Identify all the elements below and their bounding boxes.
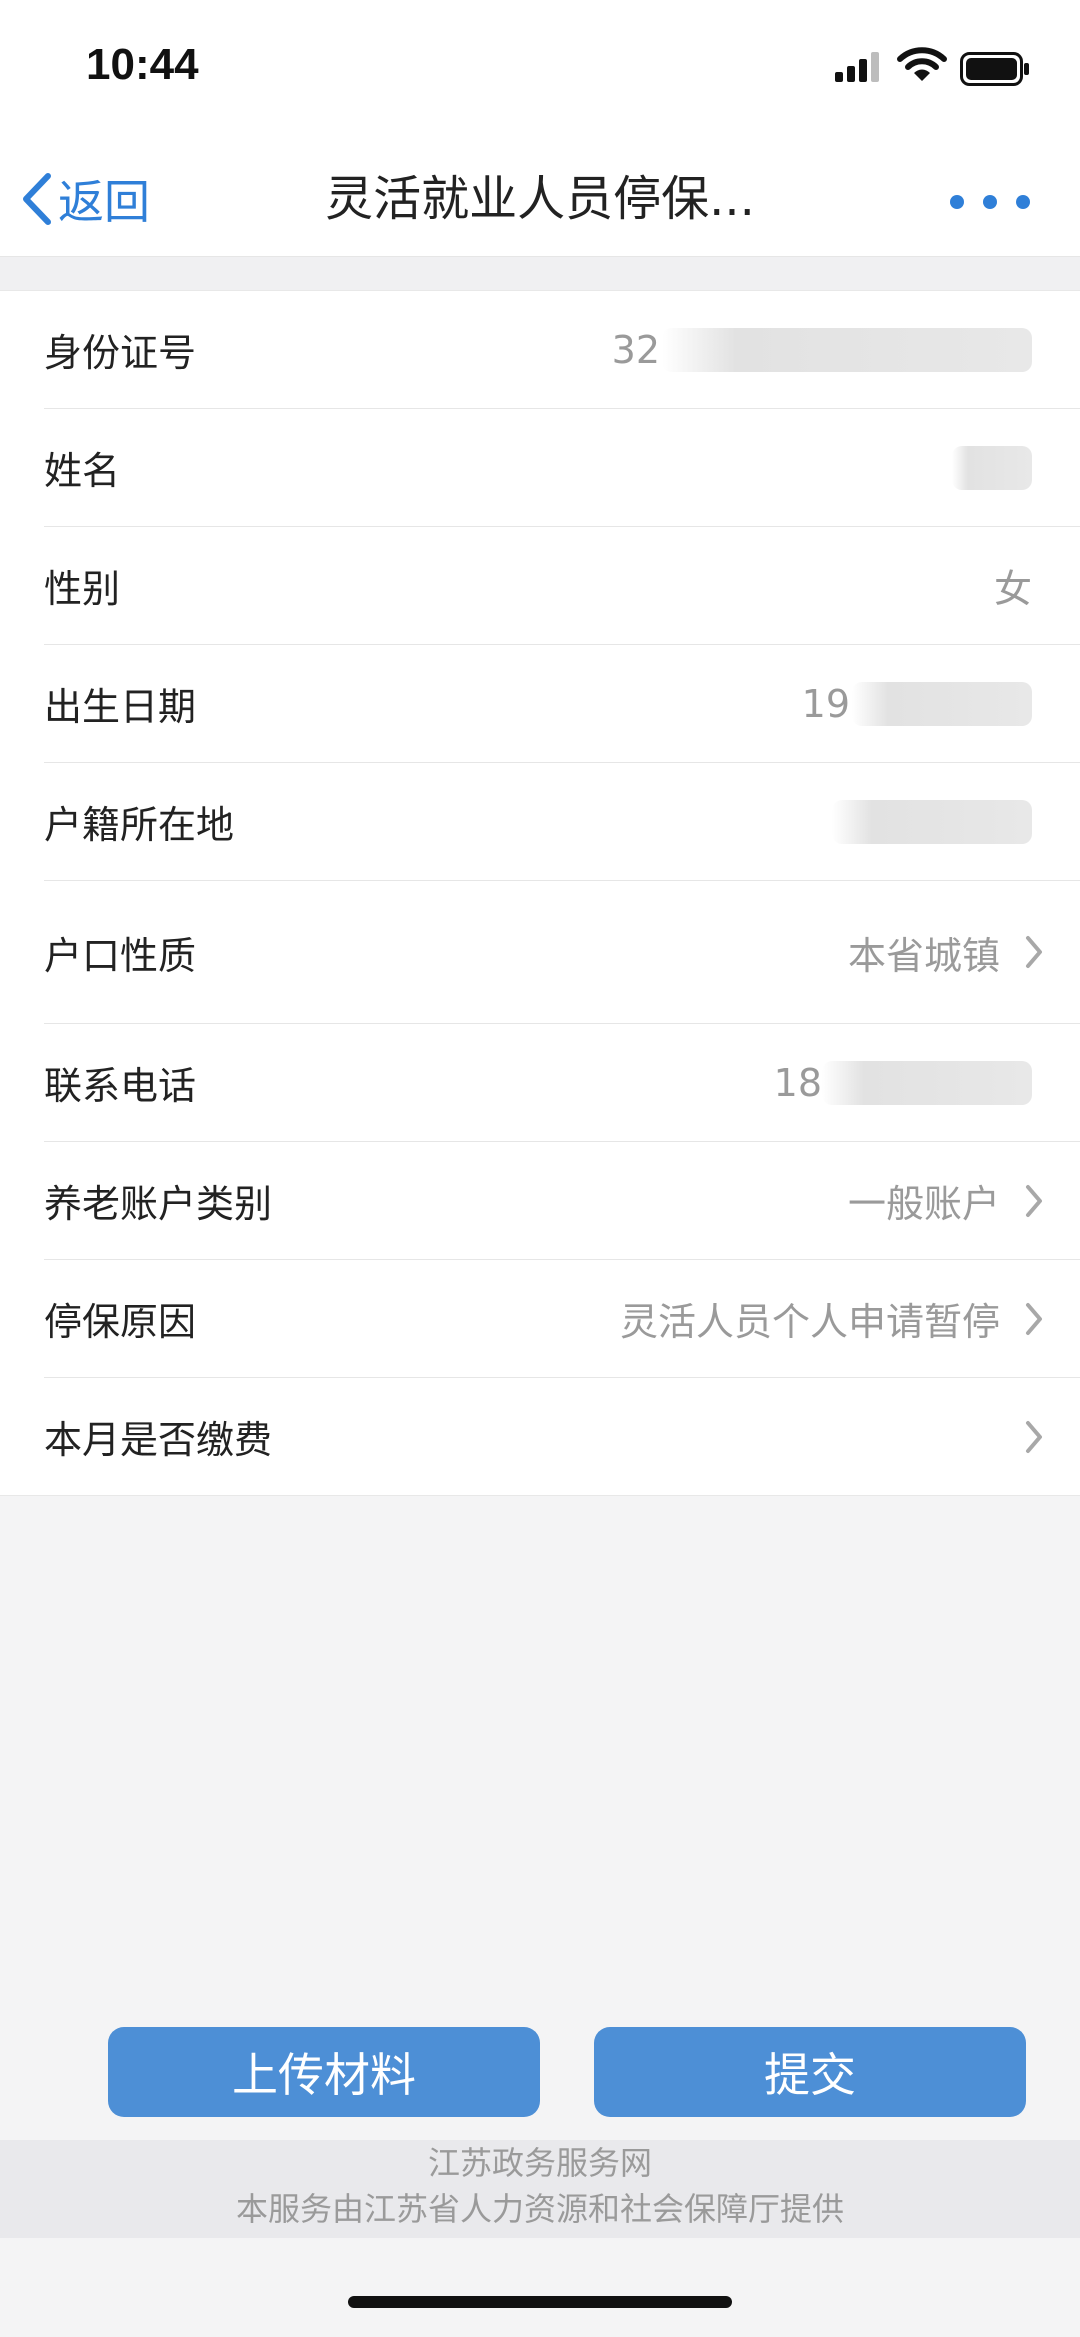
form-row-birthdate: 出生日期 19 (44, 645, 1080, 763)
row-label: 养老账户类别 (44, 1182, 273, 1226)
more-dot-icon (983, 195, 997, 209)
form-row-id-number: 身份证号 32 (44, 291, 1080, 409)
row-label: 停保原因 (44, 1300, 197, 1344)
chevron-right-icon (1026, 1184, 1042, 1217)
more-dot-icon (1016, 195, 1030, 209)
back-button[interactable]: 返回 (20, 164, 150, 234)
row-label: 户口性质 (44, 933, 197, 978)
chevron-right-icon (1026, 1302, 1042, 1335)
signal-icon (835, 52, 879, 82)
redacted-mask (822, 1060, 1032, 1105)
redacted-mask (832, 799, 1032, 844)
more-dot-icon (950, 195, 964, 209)
chevron-left-icon (23, 173, 51, 225)
footer: 江苏政务服务网 本服务由江苏省人力资源和社会保障厅提供 (0, 2140, 1080, 2238)
row-label: 姓名 (44, 449, 121, 493)
row-label: 性别 (44, 567, 121, 611)
phone-value: 18 (773, 1060, 822, 1105)
hukou-type-value: 本省城镇 (847, 933, 1000, 978)
more-button[interactable] (950, 182, 1030, 222)
form-row-hukou-type[interactable]: 户口性质 本省城镇 (44, 881, 1080, 1024)
row-label: 本月是否缴费 (44, 1418, 273, 1462)
footer-provider-text: 本服务由江苏省人力资源和社会保障厅提供 (235, 2190, 844, 2228)
row-label: 身份证号 (44, 331, 197, 375)
home-indicator (348, 2296, 732, 2308)
status-bar: 10:44 (0, 0, 1080, 150)
form-row-pension-account[interactable]: 养老账户类别 一般账户 (44, 1142, 1080, 1260)
form-row-stop-reason[interactable]: 停保原因 灵活人员个人申请暂停 (44, 1260, 1080, 1378)
pension-account-value: 一般账户 (847, 1182, 1000, 1226)
wifi-icon (897, 47, 947, 81)
section-gap (0, 257, 1080, 290)
info-form: 身份证号 32 姓名 性别 女 出生日期 19 户籍所在地 户口性质 本省城镇 … (0, 290, 1080, 1496)
battery-icon (960, 52, 1029, 86)
footer-site-name: 江苏政务服务网 (427, 2144, 652, 2182)
redacted-mask (852, 681, 1032, 726)
gender-value: 女 (993, 567, 1032, 611)
upload-materials-button[interactable]: 上传材料 (108, 2027, 540, 2117)
redacted-mask (662, 327, 1032, 372)
nav-bar: 返回 灵活就业人员停保... (0, 150, 1080, 257)
form-row-gender: 性别 女 (44, 527, 1080, 645)
form-row-pay-this-month[interactable]: 本月是否缴费 (44, 1378, 1080, 1495)
chevron-right-icon (1026, 936, 1042, 968)
page-title: 灵活就业人员停保... (325, 171, 755, 227)
row-label: 户籍所在地 (44, 803, 235, 847)
id-number-value: 32 (611, 327, 660, 372)
row-label: 联系电话 (44, 1064, 197, 1108)
back-label: 返回 (58, 175, 150, 229)
submit-button[interactable]: 提交 (594, 2027, 1026, 2117)
chevron-right-icon (1026, 1420, 1042, 1453)
row-label: 出生日期 (44, 685, 197, 729)
birthdate-value: 19 (801, 681, 850, 726)
form-row-phone: 联系电话 18 (44, 1024, 1080, 1142)
form-row-hukou-location: 户籍所在地 (44, 763, 1080, 881)
redacted-mask (952, 445, 1032, 490)
stop-reason-value: 灵活人员个人申请暂停 (619, 1300, 1000, 1344)
status-time: 10:44 (86, 40, 199, 89)
form-row-name: 姓名 (44, 409, 1080, 527)
